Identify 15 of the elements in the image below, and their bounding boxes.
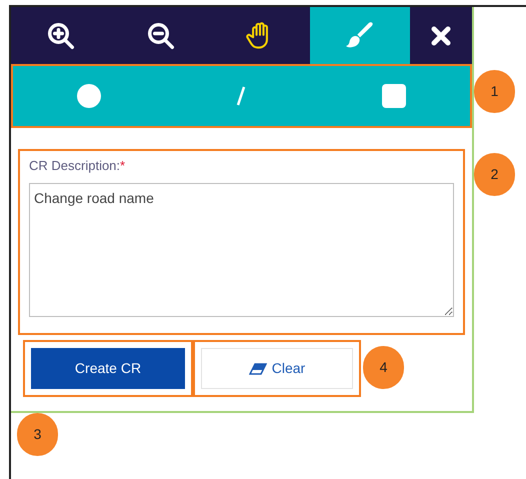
description-field[interactable]: Change road name (29, 183, 454, 317)
line-icon (236, 86, 246, 106)
eraser-icon (248, 362, 267, 374)
square-icon (382, 84, 406, 108)
zoom-in-icon (46, 20, 76, 50)
callout-number: 2 (474, 153, 515, 196)
callout-number: 3 (17, 413, 58, 456)
circle-icon (77, 84, 102, 108)
close-icon (429, 24, 454, 48)
field-label: CR Description: (29, 157, 120, 175)
clear-button[interactable]: Clear (201, 348, 353, 389)
required-mark: * (120, 157, 126, 175)
create-button[interactable]: Create CR (31, 348, 185, 389)
callout-number: 1 (474, 70, 515, 113)
zoom-out-icon (146, 20, 176, 50)
